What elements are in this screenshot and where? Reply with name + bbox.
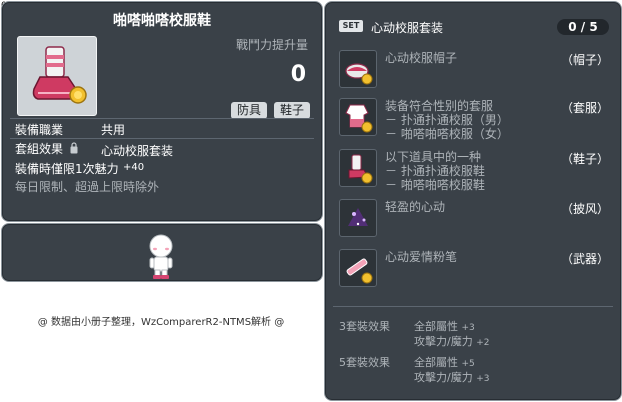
set-effect-line: 全部屬性 +3 xyxy=(414,318,475,334)
item-title: 啪嗒啪嗒校服鞋 xyxy=(113,13,211,29)
shoe-icon xyxy=(348,154,373,184)
set-item-title: 以下道具中的一种 xyxy=(385,150,482,164)
lock-icon xyxy=(70,142,78,154)
avatar xyxy=(149,234,173,279)
category-tag-shoes: 鞋子 xyxy=(274,102,311,119)
set-item-sub: － 啪嗒啪嗒校服鞋 xyxy=(385,178,485,192)
set-item-sub: － 扑通扑通校服鞋 xyxy=(385,164,485,178)
set-effect-label: 套組效果 xyxy=(15,142,64,156)
effect-value: +2 xyxy=(476,338,490,348)
charm-text: 裝備時僅限1次魅力 xyxy=(15,162,119,176)
daily-limit-text: 每日限制、超過上限時除外 xyxy=(15,180,160,194)
school-shoe-icon xyxy=(32,46,87,104)
cape-icon xyxy=(348,208,368,226)
set-item-icon-box xyxy=(339,50,377,88)
set-item-type: （鞋子） xyxy=(560,152,609,166)
set-item-title: 装备符合性别的套服 xyxy=(385,99,494,113)
set-item-name: 装备符合性别的套服 － 扑通扑通校服（男） － 啪嗒啪嗒校服（女） xyxy=(385,99,509,141)
set-item-icon-box xyxy=(339,149,377,187)
set-item-type: （套服） xyxy=(560,101,609,115)
set-item-name: 以下道具中的一种 － 扑通扑通校服鞋 － 啪嗒啪嗒校服鞋 xyxy=(385,150,485,192)
charm-bonus: +40 xyxy=(123,162,145,173)
set-item: 心动校服帽子 （帽子） xyxy=(339,50,609,94)
set-item: 心动爱情粉笔 （武器） xyxy=(339,249,609,293)
effect-stat: 攻擊力/魔力 xyxy=(414,371,473,384)
set-item-name: 轻盈的心动 xyxy=(385,200,446,214)
combat-power-value: 0 xyxy=(290,62,306,87)
set-item: 以下道具中的一种 － 扑通扑通校服鞋 － 啪嗒啪嗒校服鞋 （鞋子） xyxy=(339,149,609,193)
set-item-type: （披风） xyxy=(560,202,609,216)
set-badge: SET xyxy=(339,20,363,32)
avatar-preview-panel xyxy=(1,223,323,282)
divider xyxy=(333,306,613,307)
divider xyxy=(10,118,314,119)
hat-icon xyxy=(345,63,373,85)
set-effect-3-label: 3套裝效果 xyxy=(339,320,390,333)
set-item-name: 心动爱情粉笔 xyxy=(385,250,458,264)
set-effect-line: 全部屬性 +5 xyxy=(414,354,475,370)
item-tooltip-panel: 啪嗒啪嗒校服鞋 戰鬥力提升量 0 防具 鞋子 裝備職業 共用 套組效果 心动校服… xyxy=(1,1,323,222)
effect-stat: 全部屬性 xyxy=(414,320,458,333)
set-effect-line: 攻擊力/魔力 +2 xyxy=(414,333,490,349)
set-info-panel: SET 心动校服套装 0 / 5 心动校服帽子 （帽子） 装备符合性别的套服 －… xyxy=(324,1,622,401)
set-item-sub: － 啪嗒啪嗒校服（女） xyxy=(385,127,509,141)
item-icon-box xyxy=(17,36,97,116)
effect-stat: 攻擊力/魔力 xyxy=(414,335,473,348)
set-item-icon-box xyxy=(339,98,377,136)
effect-value: +5 xyxy=(461,359,475,369)
set-item-sub: － 扑通扑通校服（男） xyxy=(385,113,509,127)
footer-credit: @ 数据由小册子整理，WzComparerR2-NTMS解析 @ xyxy=(37,317,285,328)
effect-stat: 全部屬性 xyxy=(414,356,458,369)
set-count: 0 / 5 xyxy=(557,19,609,35)
set-effect-value: 心动校服套装 xyxy=(101,144,174,158)
job-value: 共用 xyxy=(101,123,126,137)
set-effect-line: 攻擊力/魔力 +3 xyxy=(414,369,490,385)
job-label: 裝備職業 xyxy=(15,123,64,137)
set-item-name: 心动校服帽子 xyxy=(385,51,458,65)
set-item: 轻盈的心动 （披风） xyxy=(339,199,609,243)
set-title: 心动校服套装 xyxy=(371,21,444,35)
category-tag-armor: 防具 xyxy=(231,102,268,119)
chalk-icon xyxy=(346,258,373,284)
set-item-type: （帽子） xyxy=(560,53,609,67)
divider xyxy=(10,138,314,139)
outfit-icon xyxy=(345,104,373,133)
effect-value: +3 xyxy=(461,323,475,333)
combat-power-label: 戰鬥力提升量 xyxy=(235,38,308,52)
effect-value: +3 xyxy=(476,374,490,384)
set-item-icon-box xyxy=(339,199,377,237)
set-item: 装备符合性别的套服 － 扑通扑通校服（男） － 啪嗒啪嗒校服（女） （套服） xyxy=(339,98,609,142)
set-item-type: （武器） xyxy=(560,252,609,266)
set-effect-5-label: 5套裝效果 xyxy=(339,356,390,369)
set-item-icon-box xyxy=(339,249,377,287)
